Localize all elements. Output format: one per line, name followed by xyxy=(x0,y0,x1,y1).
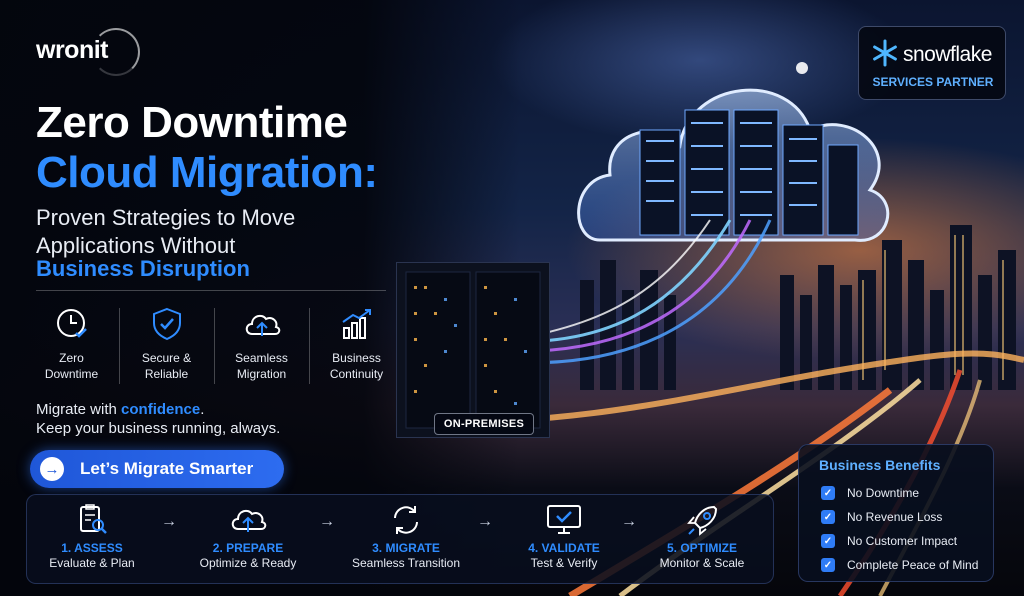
step-title: 3. MIGRATE xyxy=(372,541,440,555)
benefit-item: ✓ Complete Peace of Mind xyxy=(821,557,978,573)
lets-migrate-button[interactable]: → Let’s Migrate Smarter xyxy=(30,450,284,488)
on-premises-label: ON-PREMISES xyxy=(434,413,534,435)
step-subtitle: Monitor & Scale xyxy=(659,556,745,570)
feature-business-continuity: Business Continuity xyxy=(309,304,404,384)
headline-line-2: Cloud Migration: xyxy=(36,148,378,197)
partner-name: snowflake xyxy=(903,43,992,66)
brand-logo-ring-icon xyxy=(92,28,140,76)
feature-label: Zero Downtime xyxy=(44,351,99,381)
checkbox-check-icon: ✓ xyxy=(821,510,835,524)
feature-seamless-migration: Seamless Migration xyxy=(214,304,309,384)
shield-check-icon xyxy=(152,307,181,341)
benefit-label: Complete Peace of Mind xyxy=(847,558,979,572)
business-benefits-panel: Business Benefits ✓ No Downtime ✓ No Rev… xyxy=(798,444,994,582)
clock-check-icon xyxy=(56,309,87,338)
cloud-upload-icon xyxy=(245,314,280,336)
clipboard-search-icon xyxy=(80,504,107,534)
step-prepare: 2. PREPARE Optimize & Ready xyxy=(183,503,313,571)
bar-chart-growth-icon xyxy=(341,309,371,339)
feature-list: Zero Downtime Secure & Reliable Seamless… xyxy=(24,304,404,384)
arrow-right-icon: → xyxy=(319,513,335,530)
step-title: 4. VALIDATE xyxy=(528,541,600,555)
step-optimize: 5. OPTIMIZE Monitor & Scale xyxy=(637,503,767,571)
arrow-right-icon: → xyxy=(621,513,637,530)
step-subtitle: Evaluate & Plan xyxy=(49,556,135,570)
partner-label: SERVICES PARTNER xyxy=(872,75,994,89)
step-title: 2. PREPARE xyxy=(212,541,284,555)
step-subtitle: Seamless Transition xyxy=(351,556,461,570)
step-title: 5. OPTIMIZE xyxy=(666,541,737,555)
benefit-item: ✓ No Customer Impact xyxy=(821,533,957,549)
divider xyxy=(36,290,386,291)
feature-label: Seamless Migration xyxy=(235,351,288,381)
arrow-right-icon: → xyxy=(40,457,64,481)
arrow-right-icon: → xyxy=(161,513,177,530)
feature-zero-downtime: Zero Downtime xyxy=(24,304,119,384)
checkbox-check-icon: ✓ xyxy=(821,486,835,500)
benefit-item: ✓ No Revenue Loss xyxy=(821,509,942,525)
rocket-icon xyxy=(687,505,718,536)
sync-arrows-icon xyxy=(394,506,418,534)
subtitle: Proven Strategies to Move Applications W… xyxy=(36,204,295,260)
tagline-highlight: confidence xyxy=(121,401,201,418)
tagline: Migrate with confidence. Keep your busin… xyxy=(36,400,280,438)
snowflake-icon xyxy=(873,39,897,67)
snowflake-partner-badge: snowflake SERVICES PARTNER xyxy=(858,26,1006,100)
benefit-label: No Revenue Loss xyxy=(847,510,943,524)
cta-label: Let’s Migrate Smarter xyxy=(80,459,254,478)
benefit-label: No Downtime xyxy=(847,486,920,500)
step-title: 1. ASSESS xyxy=(61,541,123,555)
step-subtitle: Optimize & Ready xyxy=(199,556,297,570)
feature-label: Secure & Reliable xyxy=(141,351,192,381)
checkbox-check-icon: ✓ xyxy=(821,558,835,572)
step-migrate: 3. MIGRATE Seamless Transition xyxy=(341,503,471,571)
subtitle-line-1: Proven Strategies to Move xyxy=(36,205,296,230)
step-assess: 1. ASSESS Evaluate & Plan xyxy=(27,503,157,571)
migration-steps-panel: 1. ASSESS Evaluate & Plan → 2. PREPARE O… xyxy=(26,494,774,584)
step-subtitle: Test & Verify xyxy=(530,556,598,570)
monitor-check-icon xyxy=(547,505,581,534)
arrow-right-icon: → xyxy=(477,513,493,530)
cloud-upload-icon xyxy=(231,509,267,532)
headline-line-1: Zero Downtime xyxy=(36,98,348,147)
feature-label: Business Continuity xyxy=(329,351,384,381)
tagline-prefix: Migrate with xyxy=(36,401,122,418)
on-premises-server-rack xyxy=(396,262,550,438)
step-validate: 4. VALIDATE Test & Verify xyxy=(499,503,629,571)
checkbox-check-icon: ✓ xyxy=(821,534,835,548)
benefit-label: No Customer Impact xyxy=(847,534,958,548)
tagline-suffix: . xyxy=(200,401,205,418)
tagline-line-2: Keep your business running, always. xyxy=(36,420,281,437)
benefit-item: ✓ No Downtime xyxy=(821,485,919,501)
benefits-title: Business Benefits xyxy=(819,457,941,473)
subtitle-highlight: Business Disruption xyxy=(36,256,250,281)
feature-secure-reliable: Secure & Reliable xyxy=(119,304,214,384)
